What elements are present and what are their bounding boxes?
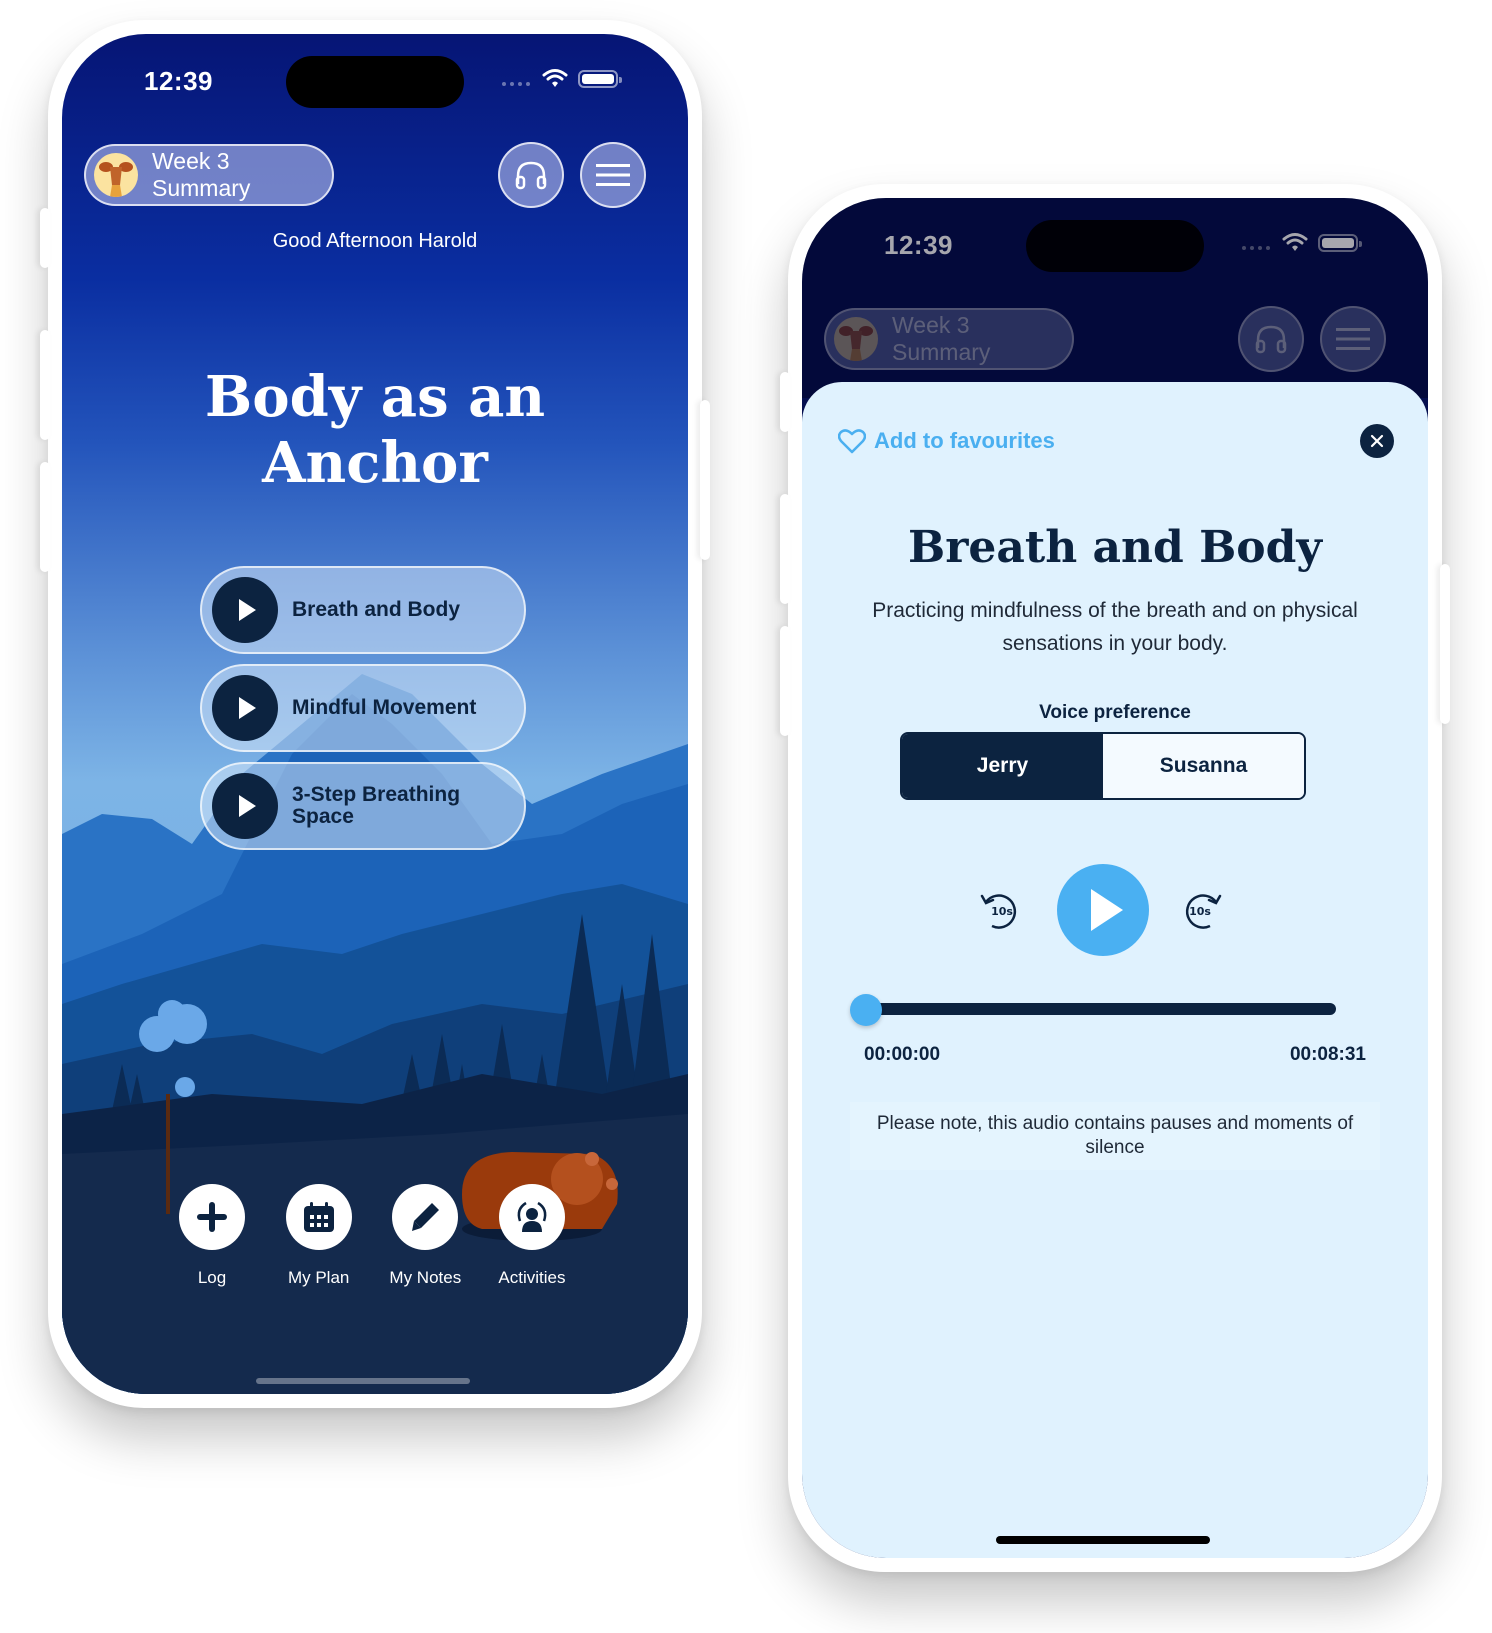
play-icon: [212, 675, 278, 741]
session-item-breath-and-body[interactable]: Breath and Body: [200, 566, 526, 654]
silence-note: Please note, this audio contains pauses …: [850, 1102, 1380, 1170]
audio-description: Practicing mindfulness of the breath and…: [872, 599, 1358, 655]
greeting-text: Good Afternoon Harold: [272, 230, 478, 252]
time-total: 00:08:31: [1289, 1044, 1366, 1065]
hamburger-menu-icon: [1336, 328, 1370, 350]
session-label: Mindful Movement: [292, 696, 477, 719]
nav-item-my-plan[interactable]: My Plan: [269, 1184, 369, 1288]
progress-thumb[interactable]: [850, 994, 882, 1026]
headphones-icon: [1255, 325, 1287, 354]
nav-item-my-notes[interactable]: My Notes: [375, 1184, 475, 1288]
close-button[interactable]: [1360, 424, 1394, 458]
nav-label: Log: [197, 1268, 227, 1287]
volume-up-button: [780, 494, 790, 604]
dynamic-island: [286, 56, 464, 108]
menu-button[interactable]: [580, 142, 646, 208]
nav-label: Activities: [498, 1268, 566, 1287]
week-summary-label: Week 3 Summary: [892, 312, 991, 365]
nav-label: My Notes: [389, 1268, 462, 1287]
menu-button: [1320, 306, 1386, 372]
audio-progress-slider[interactable]: [850, 994, 1336, 1026]
voice-preference-label: Voice preference: [1039, 702, 1191, 723]
dynamic-island: [1026, 220, 1204, 272]
volume-up-button: [40, 330, 50, 440]
session-label: 3-Step Breathing Space: [292, 783, 461, 828]
battery-icon: [578, 70, 622, 88]
time-elapsed: 00:00:00: [864, 1044, 941, 1065]
session-item-mindful-movement[interactable]: Mindful Movement: [200, 664, 526, 752]
volume-down-button: [780, 626, 790, 736]
nav-label: My Plan: [287, 1268, 350, 1287]
add-to-favourites-button[interactable]: Add to favourites: [838, 428, 1055, 454]
session-list: Breath and Body Mindful Movement 3-Step …: [200, 566, 526, 860]
wifi-icon: [1282, 233, 1308, 251]
skip-forward-label: 10s: [1189, 905, 1211, 918]
phone-home-screen: 12:39 Week 3 Summary Good Afternoon Haro…: [40, 20, 710, 1408]
bottom-nav: Log My Plan My Notes Activities: [162, 1184, 582, 1288]
week-summary-button[interactable]: Week 3 Summary: [84, 144, 334, 206]
playback-controls: 10s 10s: [802, 864, 1428, 956]
status-bar: 12:39: [62, 34, 688, 124]
status-bar: 12:39: [802, 198, 1428, 288]
nav-item-activities[interactable]: Activities: [482, 1184, 582, 1288]
phone-player-screen: 12:39 Week 3 Summary Add to favourites B…: [780, 184, 1450, 1572]
audio-title: Breath and Body: [908, 522, 1322, 573]
cellular-signal-icon: [1242, 246, 1270, 250]
player-screen: 12:39 Week 3 Summary Add to favourites B…: [802, 198, 1428, 1558]
pen-icon: [412, 1203, 440, 1231]
audio-player-sheet: Add to favourites Breath and Body Practi…: [802, 382, 1428, 1558]
session-item-3-step-breathing-space[interactable]: 3-Step Breathing Space: [200, 762, 526, 850]
calendar-icon: [303, 1202, 334, 1232]
wifi-icon: [542, 69, 568, 87]
progress-track: [866, 1003, 1336, 1015]
voice-option-jerry[interactable]: Jerry: [902, 734, 1103, 798]
play-icon: [1091, 889, 1123, 931]
deer-avatar-icon: [94, 153, 138, 197]
session-title: Body as an Anchor: [204, 364, 546, 496]
week-summary-button: Week 3 Summary: [824, 308, 1074, 370]
skip-back-10s-button[interactable]: 10s: [978, 888, 1022, 932]
volume-down-button: [40, 462, 50, 572]
plus-icon: [197, 1202, 227, 1232]
play-icon: [212, 577, 278, 643]
person-broadcast-icon: [517, 1201, 547, 1232]
voice-option-susanna[interactable]: Susanna: [1103, 734, 1304, 798]
power-button: [700, 400, 710, 560]
home-screen: 12:39 Week 3 Summary Good Afternoon Haro…: [62, 34, 688, 1394]
cellular-signal-icon: [502, 82, 530, 86]
home-indicator: [996, 1536, 1210, 1544]
voice-preference-toggle: Jerry Susanna: [900, 732, 1306, 800]
power-button: [1440, 564, 1450, 724]
battery-icon: [1318, 234, 1362, 252]
status-time: 12:39: [884, 230, 953, 260]
close-icon: [1370, 434, 1384, 448]
play-icon: [212, 773, 278, 839]
skip-forward-10s-button[interactable]: 10s: [1180, 888, 1224, 932]
play-button[interactable]: [1057, 864, 1149, 956]
headphones-button[interactable]: [498, 142, 564, 208]
headphones-icon: [515, 161, 547, 190]
deer-avatar-icon: [834, 317, 878, 361]
action-button: [780, 372, 790, 432]
skip-back-label: 10s: [991, 905, 1013, 918]
session-label: Breath and Body: [292, 598, 461, 621]
heart-icon: [838, 429, 866, 454]
headphones-button: [1238, 306, 1304, 372]
home-indicator: [256, 1378, 470, 1384]
nav-item-log[interactable]: Log: [162, 1184, 262, 1288]
week-summary-label: Week 3 Summary: [152, 148, 251, 201]
action-button: [40, 208, 50, 268]
add-to-favourites-label: Add to favourites: [874, 428, 1055, 453]
status-time: 12:39: [144, 66, 213, 96]
hamburger-menu-icon: [596, 164, 630, 186]
